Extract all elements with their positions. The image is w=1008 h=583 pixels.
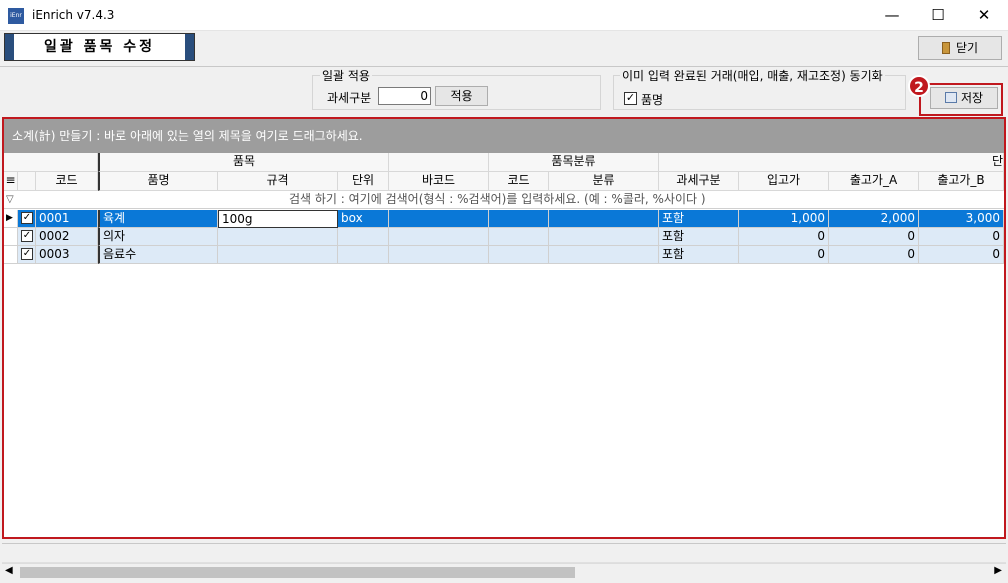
cell-out-b[interactable]: 3,000: [919, 210, 1004, 228]
title-bar: iEnr iEnrich v7.4.3 — ☐ ✕: [0, 0, 1008, 31]
cell-unit[interactable]: [338, 246, 389, 264]
col-header-category[interactable]: 분류: [549, 172, 659, 191]
save-button[interactable]: 저장: [930, 87, 998, 109]
close-button[interactable]: 닫기: [918, 36, 1002, 60]
page-title: 일괄 품목 수정: [43, 39, 156, 55]
step-badge: 2: [908, 75, 930, 97]
band-header-price: 단: [659, 153, 1004, 172]
filter-icon: ▽: [6, 194, 14, 205]
group-by-panel[interactable]: 소계(計) 만들기 : 바로 아래에 있는 열의 제목을 여기로 드래그하세요.: [4, 119, 1004, 153]
window-close-button[interactable]: ✕: [961, 0, 1007, 31]
cell-tax[interactable]: 포함: [659, 246, 739, 264]
header-check-col: [18, 172, 36, 191]
cell-tax[interactable]: 포함: [659, 210, 739, 228]
cell-barcode[interactable]: [389, 246, 489, 264]
footer-bar: [2, 543, 1006, 563]
apply-group-title: 일괄 적용: [320, 67, 372, 84]
title-cap-left: [5, 34, 14, 60]
door-icon: [941, 42, 950, 54]
cell-in-price[interactable]: 0: [739, 228, 829, 246]
cell-out-a[interactable]: 0: [829, 228, 919, 246]
sync-name-label: 품명: [641, 93, 664, 107]
cell-in-price[interactable]: 0: [739, 246, 829, 264]
cell-spec-editor[interactable]: 100g: [218, 210, 338, 228]
sync-name-checkbox[interactable]: ✓: [624, 92, 637, 105]
cell-spec[interactable]: [218, 246, 338, 264]
search-row[interactable]: ▽ 검색 하기 : 여기에 검색어(형식 : %검색어)를 입력하세요. (예 …: [4, 191, 1004, 209]
check-icon: ✓: [21, 230, 33, 242]
col-header-name[interactable]: 품명: [98, 172, 218, 191]
tax-type-label: 과세구분: [327, 91, 372, 105]
cell-barcode[interactable]: [389, 210, 489, 228]
row-checkbox[interactable]: ✓: [18, 246, 36, 264]
save-button-label: 저장: [960, 91, 984, 105]
band-header-category: 품목분류: [489, 153, 659, 172]
column-chooser-icon[interactable]: ≡: [4, 172, 18, 191]
cell-category[interactable]: [549, 228, 659, 246]
cell-out-b[interactable]: 0: [919, 246, 1004, 264]
col-header-barcode[interactable]: 바코드: [389, 172, 489, 191]
cell-category-code[interactable]: [489, 228, 549, 246]
cell-name[interactable]: 의자: [98, 228, 218, 246]
cell-out-a[interactable]: 0: [829, 246, 919, 264]
cell-name[interactable]: 음료수: [98, 246, 218, 264]
col-header-in-price[interactable]: 입고가: [739, 172, 829, 191]
cell-unit[interactable]: box: [338, 210, 389, 228]
col-header-unit[interactable]: 단위: [338, 172, 389, 191]
row-indicator-icon: ▶: [4, 210, 18, 228]
cell-category-code[interactable]: [489, 210, 549, 228]
cell-barcode[interactable]: [389, 228, 489, 246]
title-cap-right: [185, 34, 194, 60]
window-title: iEnrich v7.4.3: [32, 8, 115, 22]
page-title-box: 일괄 품목 수정: [4, 33, 195, 61]
cell-out-a[interactable]: 2,000: [829, 210, 919, 228]
cell-in-price[interactable]: 1,000: [739, 210, 829, 228]
row-indicator: [4, 246, 18, 264]
col-header-spec[interactable]: 규격: [218, 172, 338, 191]
row-checkbox[interactable]: ✓: [18, 228, 36, 246]
cell-unit[interactable]: [338, 228, 389, 246]
close-button-label: 닫기: [955, 41, 979, 55]
cell-category-code[interactable]: [489, 246, 549, 264]
col-header-tax[interactable]: 과세구분: [659, 172, 739, 191]
row-checkbox[interactable]: ✓: [18, 210, 36, 228]
cell-name[interactable]: 육계: [98, 210, 218, 228]
cell-code[interactable]: 0003: [36, 246, 98, 264]
sync-group-title: 이미 입력 완료된 거래(매입, 매출, 재고조정) 동기화: [620, 67, 885, 84]
check-icon: ✓: [21, 212, 33, 224]
cell-category[interactable]: [549, 246, 659, 264]
cell-spec[interactable]: [218, 228, 338, 246]
scroll-thumb[interactable]: [20, 567, 575, 578]
maximize-button[interactable]: ☐: [915, 0, 961, 31]
band-header-blank2: [389, 153, 489, 172]
col-header-out-b[interactable]: 출고가_B: [919, 172, 1004, 191]
tax-type-input[interactable]: 0: [378, 87, 431, 105]
col-header-out-a[interactable]: 출고가_A: [829, 172, 919, 191]
app-icon: iEnr: [8, 8, 24, 24]
check-icon: ✓: [21, 248, 33, 260]
search-hint: 검색 하기 : 여기에 검색어(형식 : %검색어)를 입력하세요. (예 : …: [289, 192, 706, 206]
cell-code[interactable]: 0001: [36, 210, 98, 228]
band-header-item: 품목: [98, 153, 389, 172]
scroll-left-icon[interactable]: ◀: [5, 565, 13, 576]
cell-code[interactable]: 0002: [36, 228, 98, 246]
col-header-category-code[interactable]: 코드: [489, 172, 549, 191]
cell-out-b[interactable]: 0: [919, 228, 1004, 246]
items-grid: 소계(計) 만들기 : 바로 아래에 있는 열의 제목을 여기로 드래그하세요.…: [2, 117, 1006, 539]
cell-tax[interactable]: 포함: [659, 228, 739, 246]
scroll-right-icon[interactable]: ▶: [994, 565, 1002, 576]
cell-category[interactable]: [549, 210, 659, 228]
horizontal-scrollbar[interactable]: ◀ ▶: [2, 563, 1006, 581]
band-header-blank: [4, 153, 98, 172]
apply-button[interactable]: 적용: [435, 86, 488, 106]
col-header-code[interactable]: 코드: [36, 172, 98, 191]
save-icon: [944, 92, 957, 103]
row-indicator: [4, 228, 18, 246]
minimize-button[interactable]: —: [869, 0, 915, 31]
